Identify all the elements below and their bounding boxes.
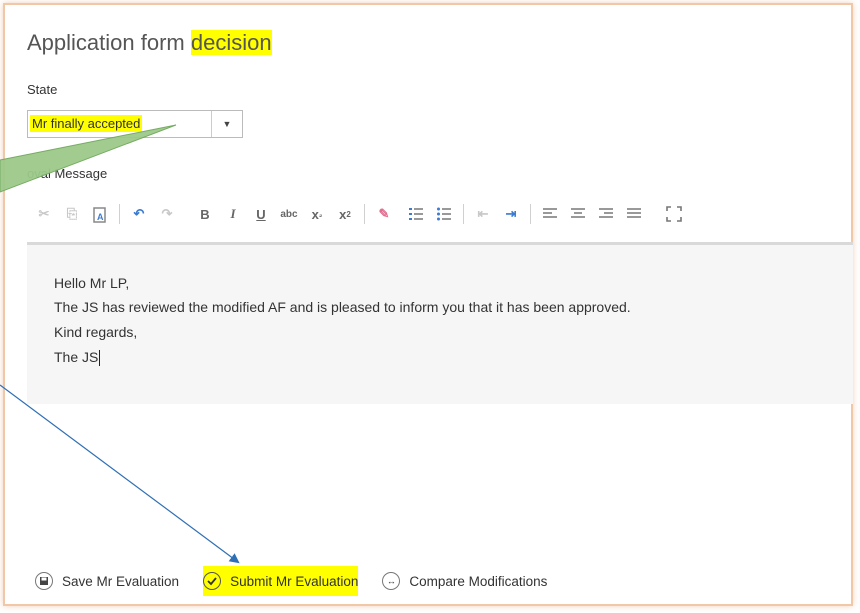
callout-pointer — [0, 124, 177, 193]
annotation-arrow — [0, 384, 240, 564]
annotation-overlay — [0, 124, 240, 564]
